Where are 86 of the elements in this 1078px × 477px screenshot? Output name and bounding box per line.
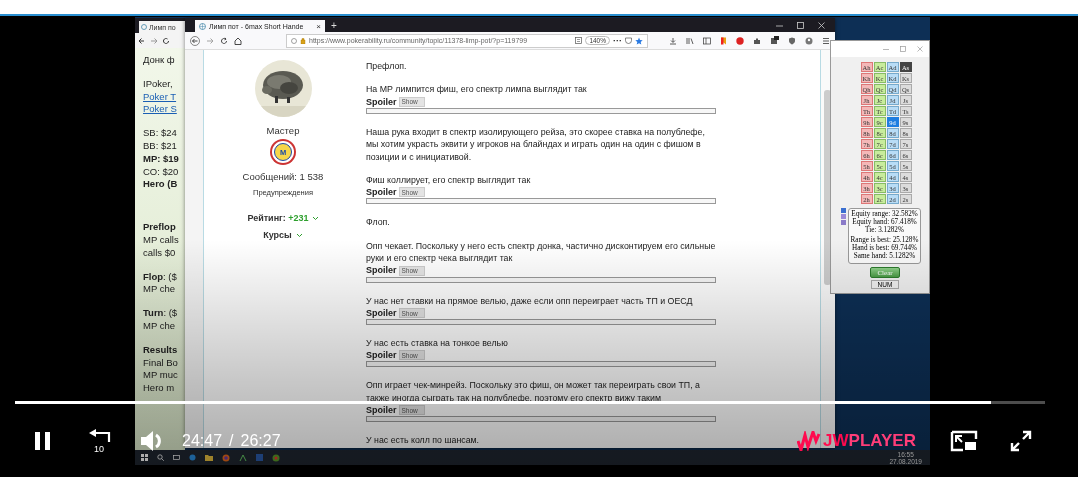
windows-icon[interactable] <box>141 454 148 461</box>
post-paragraph: На МР лимпится фиш, его спектр лимпа выглядит так <box>366 83 588 96</box>
checkbox-icon[interactable] <box>840 220 846 225</box>
link[interactable]: Poker T <box>143 90 185 104</box>
spoiler-label: Spoiler <box>366 349 397 362</box>
more-button[interactable]: ··· <box>613 36 622 45</box>
text-line: Turn: ($ <box>143 307 179 320</box>
post-paragraph: Префлоп. <box>366 60 408 73</box>
search-icon[interactable] <box>157 454 164 461</box>
browser-icon[interactable] <box>222 453 230 462</box>
courses-link[interactable]: Курсы <box>263 230 292 240</box>
home-icon[interactable] <box>234 36 242 45</box>
checkbox-icon[interactable] <box>840 208 846 213</box>
checkbox-icon[interactable] <box>840 214 846 219</box>
app-icon[interactable] <box>272 453 280 462</box>
spoiler-label: Spoiler <box>366 264 397 277</box>
folder-icon[interactable] <box>205 454 213 461</box>
spoiler-label: Spoiler <box>366 95 397 108</box>
info-icon <box>291 37 297 44</box>
menu-icon[interactable] <box>822 36 830 45</box>
post-paragraph: Фиш коллирует, его спектр выглядит так <box>366 174 532 187</box>
text-line: BB: $21 <box>143 140 178 153</box>
library-icon[interactable] <box>686 36 694 45</box>
close-icon[interactable] <box>818 21 825 29</box>
forward-icon[interactable] <box>206 36 214 45</box>
text-line: Preflop <box>143 221 177 234</box>
maximize-icon[interactable] <box>797 21 804 29</box>
post-count: Сообщений: 1 538 <box>242 171 324 182</box>
fullscreen-button[interactable] <box>1010 430 1032 452</box>
chevron-down-icon[interactable] <box>295 232 303 238</box>
download-icon[interactable] <box>669 36 677 45</box>
close-tab-button[interactable]: × <box>316 21 321 31</box>
rewind-button[interactable]: 10 <box>86 428 112 454</box>
rating: Рейтинг: +231 <box>247 213 309 223</box>
pause-button[interactable] <box>34 431 52 451</box>
app-icon[interactable] <box>239 453 247 462</box>
post-paragraph: У нас есть колл по шансам. <box>366 434 481 447</box>
browser-icon[interactable] <box>189 454 196 461</box>
current-time: 24:47 <box>182 432 223 450</box>
back-icon[interactable] <box>138 36 146 45</box>
text-line: MP: $19 <box>143 152 180 166</box>
link[interactable]: Poker S <box>143 103 185 117</box>
text-line: Hero m <box>143 382 176 395</box>
bookmark-icon[interactable] <box>720 36 727 45</box>
post-paragraph: Флоп. <box>366 216 391 229</box>
player-logo-icon <box>797 431 822 451</box>
chevron-down-icon[interactable] <box>311 215 319 221</box>
spoiler-label: Spoiler <box>366 186 397 199</box>
reader-icon[interactable] <box>575 37 583 44</box>
spoiler-label: Spoiler <box>366 404 397 417</box>
shield-icon[interactable] <box>788 36 796 45</box>
account-icon[interactable] <box>805 36 813 45</box>
lock-icon <box>300 37 306 44</box>
text-line: Flop: ($ <box>143 270 178 284</box>
picture-in-picture-button[interactable] <box>950 430 978 452</box>
sidebar-icon[interactable] <box>703 36 711 45</box>
globe-icon <box>199 22 206 30</box>
post-paragraph: У нас есть ставка на тонкое велью <box>366 337 509 350</box>
text-line: Донк ф <box>143 54 176 67</box>
text-line: Final Bo <box>143 356 179 370</box>
text-line: MP che <box>143 319 177 333</box>
text-line: CO: $20 <box>143 165 180 179</box>
user-rank: Мастер <box>266 125 300 136</box>
forward-icon[interactable] <box>150 36 158 45</box>
new-tab-button[interactable]: + <box>331 19 337 31</box>
star-icon[interactable] <box>635 36 643 45</box>
post-paragraph: Опп чекает. Поскольку у него есть спектр донка, частично дисконтируем его сильные руки и его спектр чека выглядит так <box>366 239 716 265</box>
total-time: 26:27 <box>240 432 281 450</box>
text-line: MP muc <box>143 369 179 383</box>
post-paragraph: У нас нет ставки на прямое велью, даже если опп переиграет часть ТП и ОЕСД <box>366 294 694 308</box>
post-paragraph: Опп играет чек-минрейз. Поскольку это фиш, он может так переиграть свои ТП, а также иногда сыграть так на полублефе, поэтому его спектр вижу таким <box>366 379 701 405</box>
post-paragraph: Наша рука входит в спектр изолирующего рейза, это скорее ставка на полублефе, мы хотим украсть эквити у игроков на блайндах и играть один на один с фишом в позиции и с инициативой. <box>366 125 706 164</box>
text-line: MP che <box>143 283 177 297</box>
task-view-icon[interactable] <box>173 454 180 461</box>
reload-icon[interactable] <box>162 36 170 45</box>
extension-icon[interactable] <box>770 36 779 45</box>
text-line: MP calls <box>143 233 180 247</box>
text-line: calls $0 <box>143 246 177 260</box>
globe-icon <box>141 24 147 30</box>
reload-icon[interactable] <box>220 36 228 45</box>
time-separator: / <box>229 432 234 450</box>
text-line: Results <box>143 343 179 357</box>
text-line: SB: $24 <box>143 127 178 140</box>
text-line: Hero (B <box>143 178 179 192</box>
spoiler-label: Spoiler <box>366 306 397 320</box>
text-line: IPoker, <box>143 77 174 91</box>
